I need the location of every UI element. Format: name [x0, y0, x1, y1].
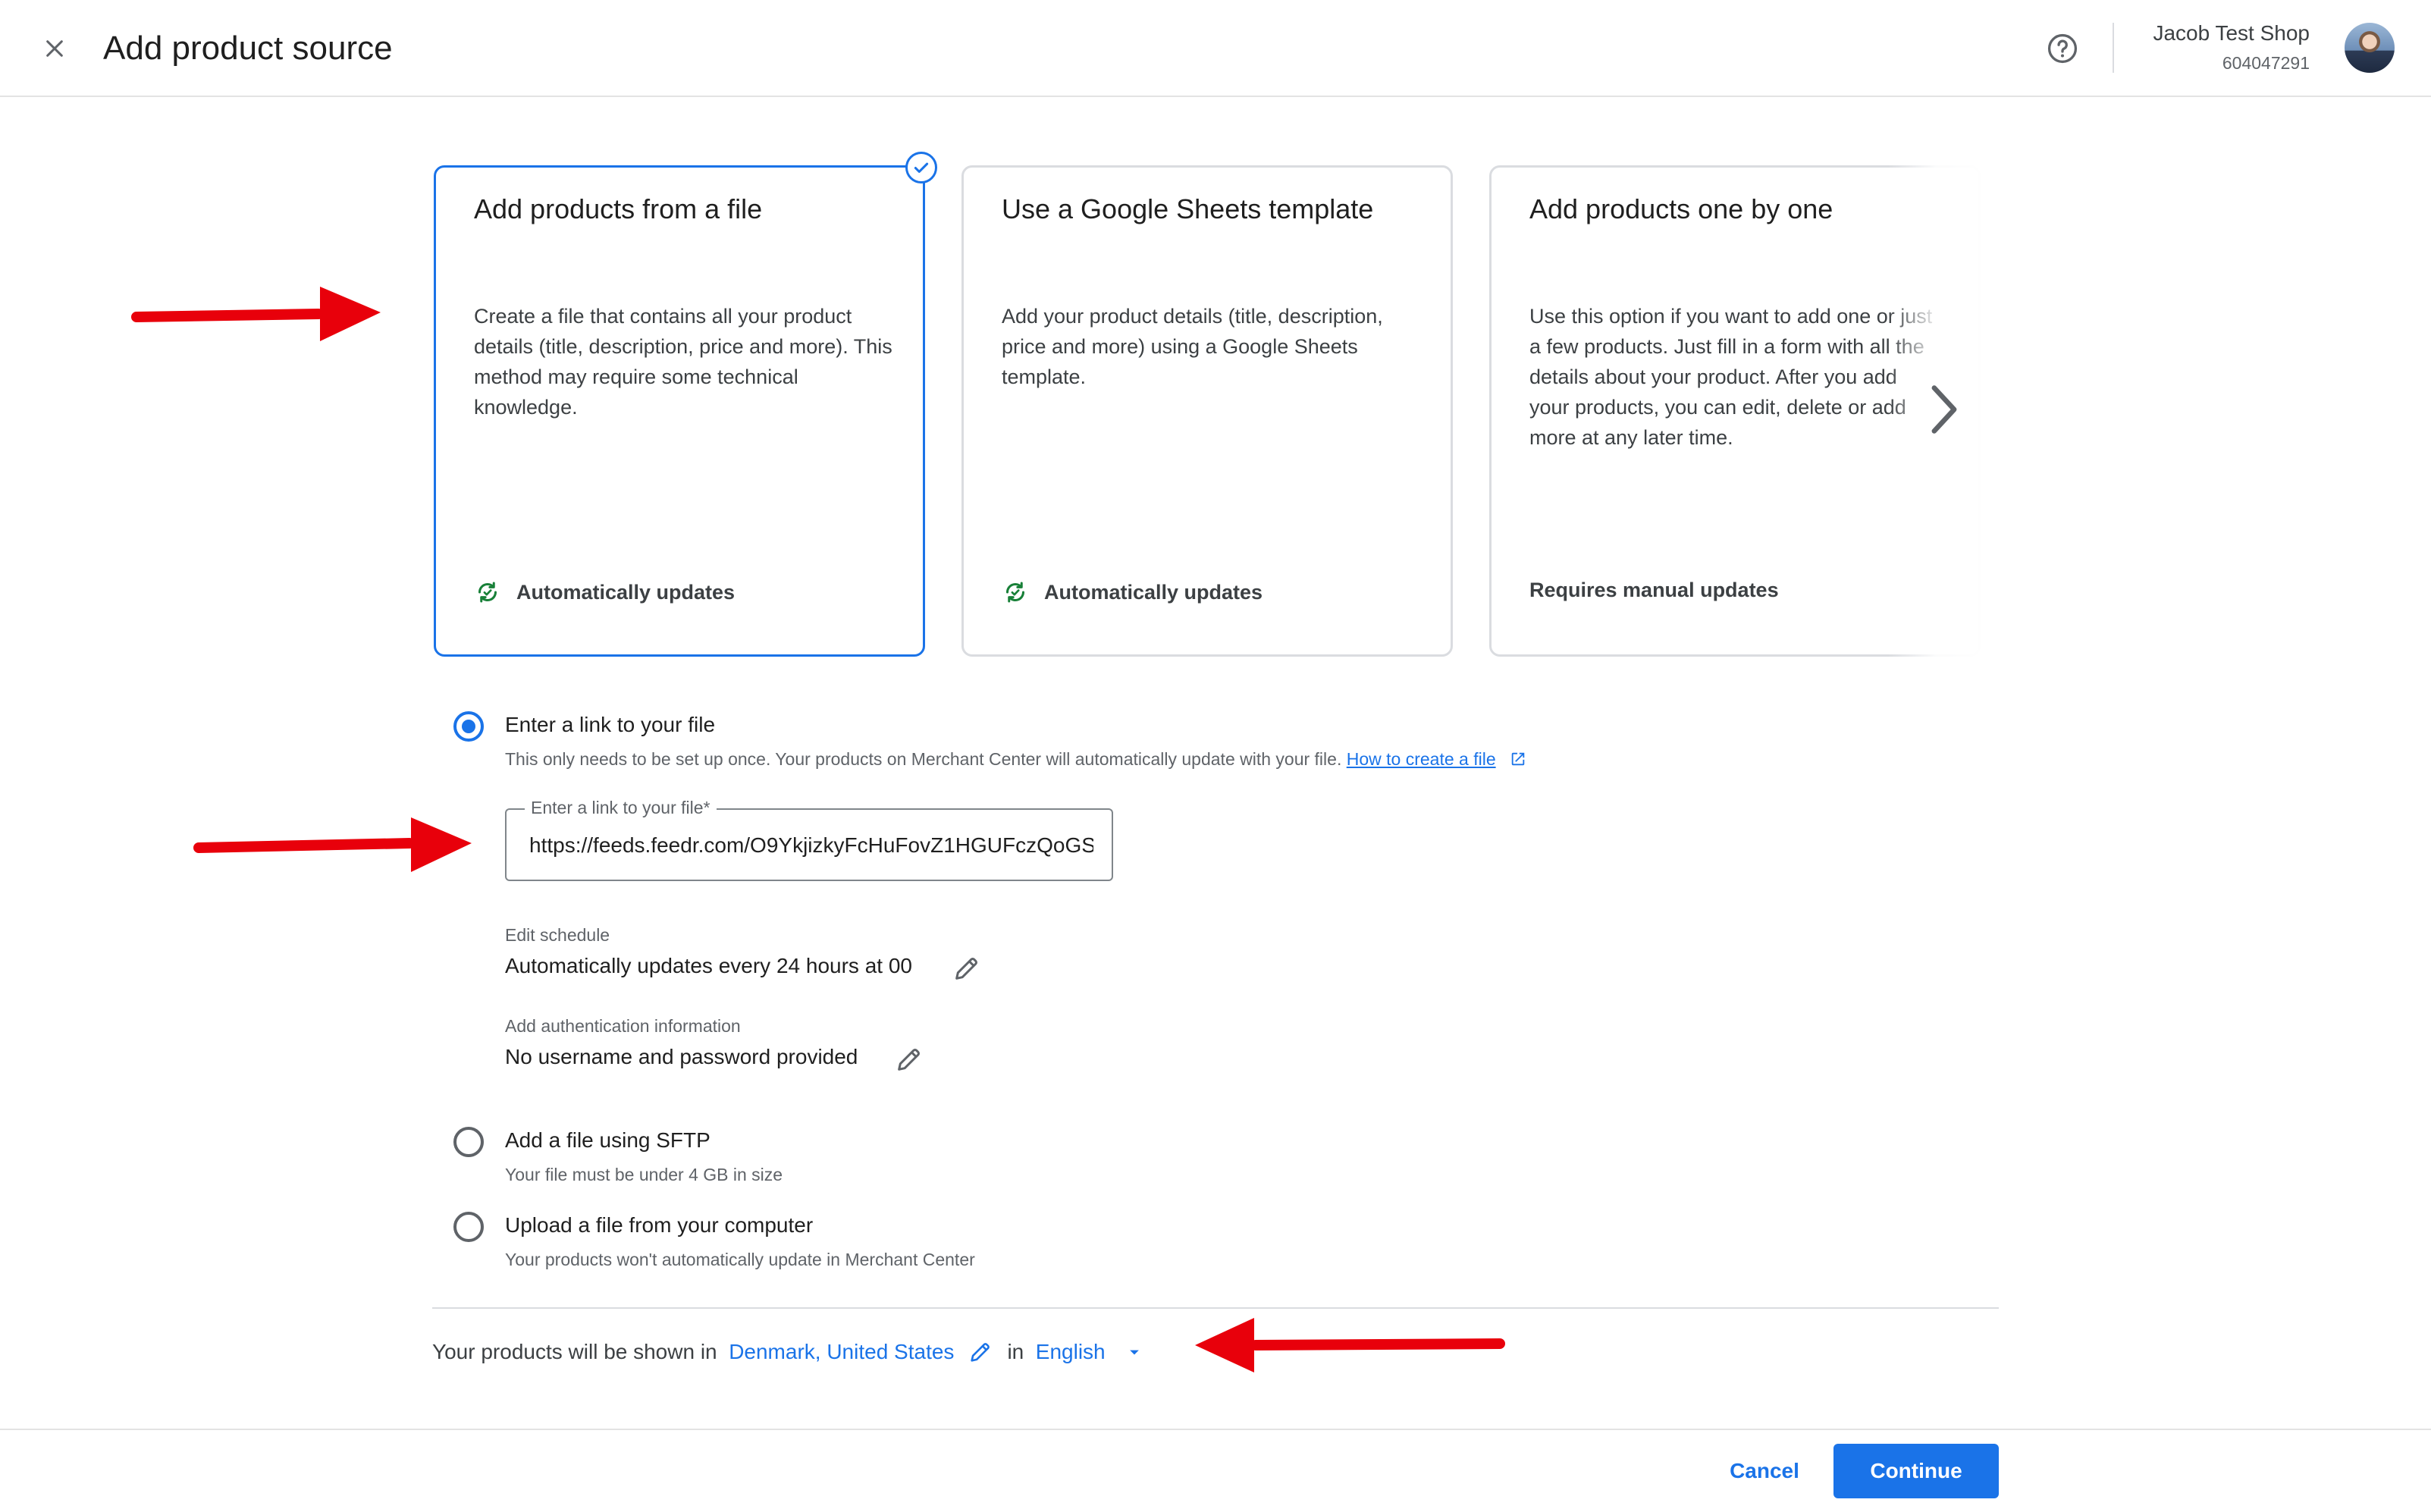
card-add-from-file[interactable]: Add products from a file Create a file t… [434, 165, 925, 657]
card-footer-label: Automatically updates [516, 580, 736, 604]
option-sftp-sub: Your file must be under 4 GB in size [505, 1165, 783, 1184]
auth-value: No username and password provided [505, 1045, 858, 1068]
cancel-button[interactable]: Cancel [1715, 1444, 1814, 1498]
annotation-arrow [131, 287, 381, 341]
close-button[interactable] [38, 32, 71, 65]
card-title: Add products from a file [474, 193, 763, 224]
how-to-create-file-link[interactable]: How to create a file [1347, 749, 1496, 769]
card-footer: Requires manual updates [1529, 579, 1779, 602]
add-product-source-page: Add product source Jacob Test Shop 60404… [0, 0, 2431, 1512]
caret-down-icon[interactable] [1124, 1341, 1145, 1363]
option-enter-link-description: This only needs to be set up once. Your … [505, 749, 1342, 769]
language-select[interactable]: English [1036, 1340, 1106, 1364]
file-link-input[interactable] [529, 828, 1093, 863]
schedule-value: Automatically updates every 24 hours at … [505, 954, 912, 977]
account-id: 604047291 [2222, 53, 2310, 73]
option-enter-link-label[interactable]: Enter a link to your file [505, 713, 715, 737]
header-divider [2113, 23, 2114, 73]
check-circle-icon [905, 152, 937, 184]
help-circle-icon [2047, 33, 2078, 64]
sync-icon [474, 579, 501, 606]
card-footer-label: Automatically updates [1044, 580, 1263, 604]
radio-sftp[interactable] [453, 1127, 484, 1157]
option-upload-label[interactable]: Upload a file from your computer [505, 1213, 813, 1238]
option-upload-sub: Your products won't automatically update… [505, 1250, 975, 1269]
account-name: Jacob Test Shop [2153, 21, 2310, 45]
radio-upload[interactable] [453, 1212, 484, 1242]
card-title: Add products one by one [1529, 193, 1833, 224]
auth-label: Add authentication information [505, 1016, 741, 1036]
carousel-next-button[interactable] [1923, 379, 1965, 440]
card-description: Use this option if you want to add one o… [1529, 305, 1933, 449]
option-enter-link-sub: This only needs to be set up once. Your … [505, 749, 1526, 770]
section-divider [432, 1307, 1999, 1309]
card-description: Add your product details (title, descrip… [1002, 305, 1383, 388]
edit-auth-button[interactable] [892, 1042, 927, 1077]
footer-divider [0, 1429, 2431, 1430]
option-sftp-label[interactable]: Add a file using SFTP [505, 1128, 710, 1153]
sync-icon [1002, 579, 1029, 606]
card-footer: Automatically updates [474, 579, 735, 606]
help-button[interactable] [2044, 30, 2081, 67]
countries-link[interactable]: Denmark, United States [729, 1340, 954, 1364]
shown-in-prefix: Your products will be shown in [432, 1340, 717, 1363]
close-icon [46, 40, 63, 57]
file-link-field-label: Enter a link to your file* [525, 798, 717, 818]
annotation-arrow [1195, 1318, 1505, 1372]
annotation-arrow [193, 817, 472, 872]
top-bar: Add product source Jacob Test Shop 60404… [0, 0, 2431, 97]
chevron-right-icon [1931, 385, 1957, 434]
external-link-icon [1511, 752, 1525, 766]
card-footer-label: Requires manual updates [1529, 579, 1779, 601]
shown-in-row: Your products will be shown in Denmark, … [432, 1339, 1145, 1365]
edit-schedule-button[interactable] [949, 951, 984, 986]
card-google-sheets-template[interactable]: Use a Google Sheets template Add your pr… [961, 165, 1453, 657]
card-description: Create a file that contains all your pro… [474, 305, 892, 419]
edit-schedule-label: Edit schedule [505, 925, 610, 945]
avatar[interactable] [2345, 23, 2395, 73]
radio-enter-link[interactable] [453, 711, 484, 742]
in-word: in [1007, 1340, 1024, 1363]
file-link-field: Enter a link to your file* [505, 798, 1113, 881]
pencil-icon [898, 1049, 920, 1071]
card-footer: Automatically updates [1002, 579, 1263, 606]
page-title: Add product source [103, 30, 393, 67]
continue-button[interactable]: Continue [1833, 1444, 1999, 1498]
pencil-icon [955, 958, 977, 980]
card-title: Use a Google Sheets template [1002, 193, 1374, 224]
pencil-icon[interactable] [968, 1339, 993, 1365]
